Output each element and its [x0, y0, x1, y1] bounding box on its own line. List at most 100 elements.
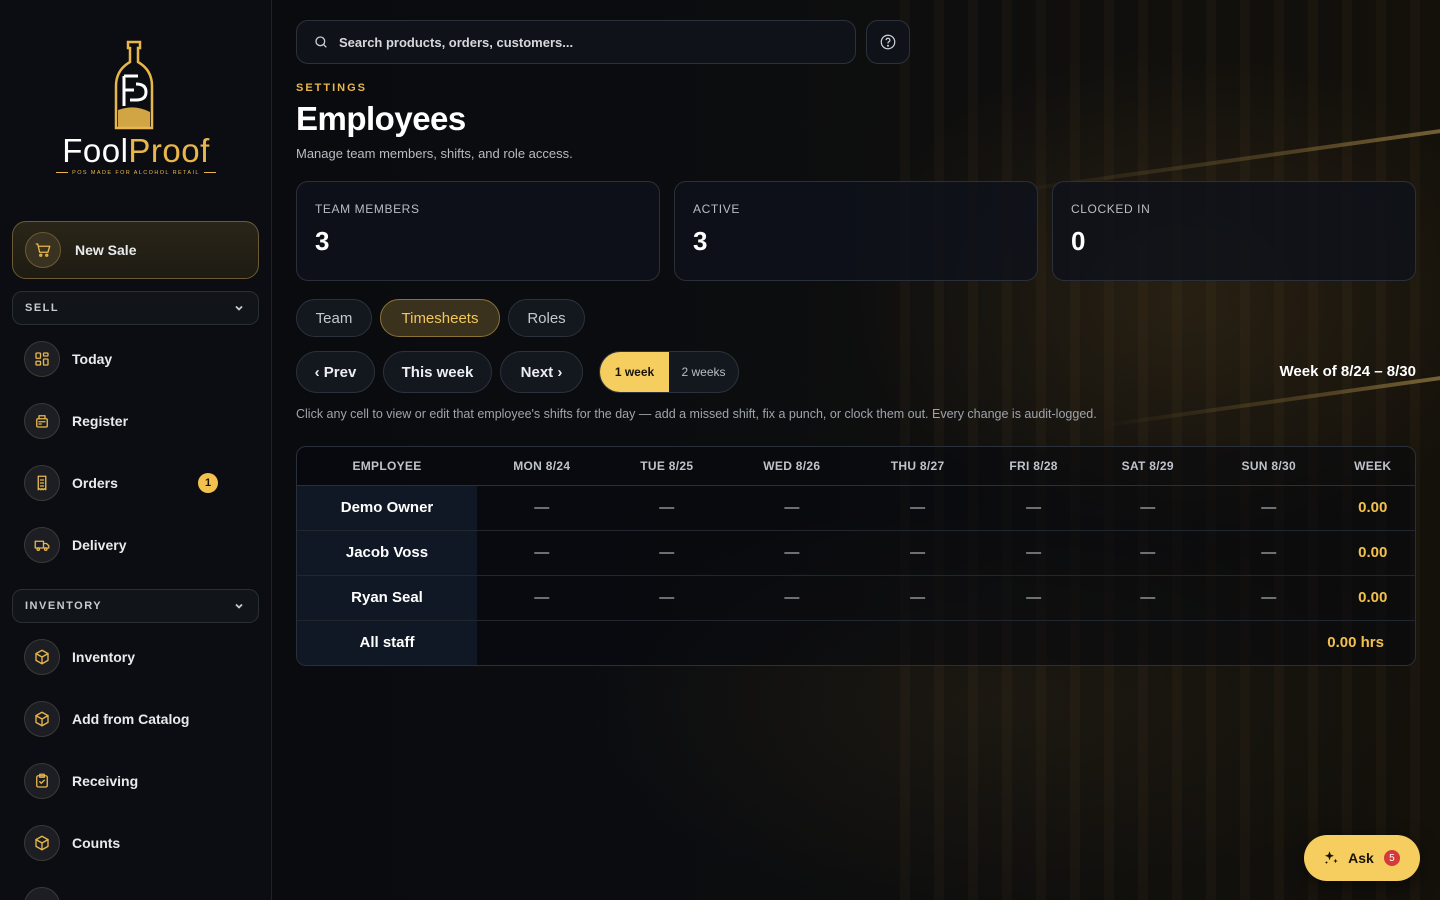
register-icon	[24, 403, 60, 439]
section-sell-toggle[interactable]: SELL	[12, 291, 259, 325]
employee-name[interactable]: Jacob Voss	[297, 530, 477, 576]
sidebar-item-label: Receiving	[72, 773, 139, 789]
range-option-2-weeks[interactable]: 2 weeks	[669, 352, 738, 392]
day-cell[interactable]: —	[856, 575, 979, 621]
sidebar-item-orders[interactable]: Orders 1	[24, 464, 248, 502]
day-cell[interactable]: —	[978, 575, 1089, 621]
day-cell[interactable]: —	[1206, 485, 1331, 531]
cart-icon	[25, 232, 61, 268]
table-row: Ryan Seal — — — — — — — 0.00	[297, 575, 1415, 621]
stat-label: TEAM MEMBERS	[315, 202, 420, 216]
truck-icon	[24, 527, 60, 563]
day-cell[interactable]: —	[477, 575, 607, 621]
day-cell[interactable]: —	[1206, 575, 1331, 621]
employee-name[interactable]: Demo Owner	[297, 485, 477, 531]
receipt-icon	[24, 465, 60, 501]
day-cell[interactable]: —	[606, 485, 728, 531]
sidebar-item-partial[interactable]	[24, 886, 248, 900]
sidebar-item-register[interactable]: Register	[24, 402, 248, 440]
ask-label: Ask	[1348, 850, 1374, 866]
page-title: Employees	[296, 100, 466, 137]
day-cell[interactable]: —	[477, 485, 607, 531]
sidebar-item-receiving[interactable]: Receiving	[24, 762, 248, 800]
day-cell[interactable]: —	[1088, 485, 1207, 531]
tab-team[interactable]: Team	[296, 299, 372, 337]
brand-logo[interactable]: FoolProof POS MADE FOR ALCOHOL RETAIL	[52, 40, 220, 180]
totals-row: All staff 0.00 hrs	[297, 619, 1415, 665]
section-inventory-toggle[interactable]: INVENTORY	[12, 589, 259, 623]
totals-label: All staff	[297, 619, 477, 665]
day-cell[interactable]: —	[606, 575, 728, 621]
stat-value: 3	[693, 226, 708, 256]
stat-label: CLOCKED IN	[1071, 202, 1151, 216]
search-bar[interactable]	[296, 20, 856, 64]
column-header: THU 8/27	[856, 447, 979, 486]
sidebar-item-label: Today	[72, 351, 113, 367]
day-cell[interactable]: —	[856, 530, 979, 576]
day-cell[interactable]: —	[727, 575, 857, 621]
brand-tagline: POS MADE FOR ALCOHOL RETAIL	[52, 170, 220, 176]
section-title: SELL	[25, 302, 60, 314]
sidebar-item-add-from-catalog[interactable]: Add from Catalog	[24, 700, 248, 738]
sidebar-item-label: Inventory	[72, 649, 136, 665]
stat-label: ACTIVE	[693, 202, 740, 216]
new-sale-label: New Sale	[75, 242, 137, 258]
day-cell[interactable]: —	[1088, 530, 1207, 576]
day-cell[interactable]: —	[477, 530, 607, 576]
tab-timesheets[interactable]: Timesheets	[380, 299, 500, 337]
prev-week-button[interactable]: ‹ Prev	[296, 351, 375, 393]
day-cell[interactable]: —	[1088, 575, 1207, 621]
week-range-label: Week of 8/24 – 8/30	[1279, 363, 1416, 380]
timesheet-grid: EMPLOYEE MON 8/24 TUE 8/25 WED 8/26 THU …	[296, 446, 1416, 666]
ask-assistant-button[interactable]: Ask 5	[1304, 835, 1420, 881]
column-header: MON 8/24	[477, 447, 607, 486]
chevron-down-icon	[235, 603, 243, 609]
column-header: FRI 8/28	[978, 447, 1089, 486]
column-header: EMPLOYEE	[297, 447, 477, 486]
section-title: INVENTORY	[25, 600, 103, 612]
box-icon	[24, 701, 60, 737]
sidebar: FoolProof POS MADE FOR ALCOHOL RETAIL Ne…	[0, 0, 272, 900]
employee-name[interactable]: Ryan Seal	[297, 575, 477, 621]
stat-value: 3	[315, 226, 330, 256]
sidebar-item-today[interactable]: Today	[24, 340, 248, 378]
day-cell[interactable]: —	[727, 530, 857, 576]
sidebar-item-delivery[interactable]: Delivery	[24, 526, 248, 564]
sidebar-item-counts[interactable]: Counts	[24, 824, 248, 862]
ask-notification-badge: 5	[1381, 848, 1402, 868]
totals-value: 0.00 hrs	[477, 619, 1415, 665]
stat-card-team-members: TEAM MEMBERS 3	[296, 181, 660, 281]
dashboard-icon	[24, 341, 60, 377]
box-icon	[24, 887, 60, 900]
week-total-cell: 0.00	[1330, 575, 1415, 621]
day-cell[interactable]: —	[1206, 530, 1331, 576]
box-icon	[24, 639, 60, 675]
sidebar-item-label: Add from Catalog	[72, 711, 190, 727]
day-cell[interactable]: —	[856, 485, 979, 531]
column-header: SUN 8/30	[1206, 447, 1331, 486]
page-eyebrow: SETTINGS	[296, 82, 368, 94]
range-option-1-week[interactable]: 1 week	[600, 352, 669, 392]
sidebar-item-inventory[interactable]: Inventory	[24, 638, 248, 676]
column-header: WEEK	[1330, 447, 1415, 486]
tab-roles[interactable]: Roles	[508, 299, 585, 337]
column-header: WED 8/26	[727, 447, 857, 486]
table-row: Demo Owner — — — — — — — 0.00	[297, 485, 1415, 531]
timesheet-hint: Click any cell to view or edit that empl…	[296, 407, 1097, 421]
day-cell[interactable]: —	[606, 530, 728, 576]
new-sale-button[interactable]: New Sale	[12, 221, 259, 279]
day-cell[interactable]: —	[727, 485, 857, 531]
column-header: TUE 8/25	[606, 447, 728, 486]
stat-card-active: ACTIVE 3	[674, 181, 1038, 281]
help-button[interactable]	[866, 20, 910, 64]
next-week-button[interactable]: Next ›	[500, 351, 583, 393]
day-cell[interactable]: —	[978, 485, 1089, 531]
search-input[interactable]	[339, 34, 819, 50]
stat-value: 0	[1071, 226, 1086, 256]
sidebar-item-label: Orders	[72, 475, 118, 491]
brand-name: FoolProof	[62, 132, 210, 169]
sidebar-item-label: Register	[72, 413, 129, 429]
week-total-cell: 0.00	[1330, 485, 1415, 531]
this-week-button[interactable]: This week	[383, 351, 492, 393]
day-cell[interactable]: —	[978, 530, 1089, 576]
